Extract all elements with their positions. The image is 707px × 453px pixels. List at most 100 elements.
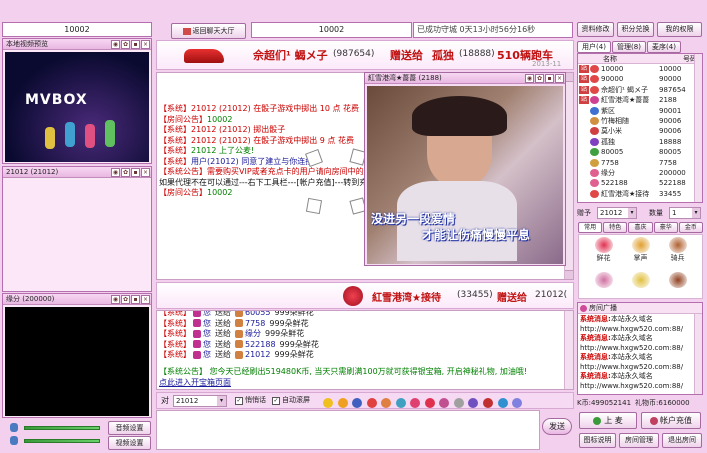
mic-volume-slider[interactable]	[24, 426, 100, 430]
user-avatar-icon	[590, 96, 599, 105]
gift-option[interactable]: 鲜花	[585, 237, 622, 272]
edit-profile-button[interactable]: 资料修改	[577, 22, 614, 37]
gift-tab[interactable]: 特色	[603, 222, 628, 233]
user-row[interactable]: 缘分 200000	[578, 168, 702, 178]
music-icon[interactable]	[468, 397, 479, 408]
bold-icon[interactable]	[381, 397, 392, 408]
user-row[interactable]: 7758 7758	[578, 158, 702, 168]
gift-option[interactable]: 骑兵	[659, 237, 696, 272]
close-icon[interactable]: ×	[141, 168, 150, 177]
open-treasure-link[interactable]: 点此进入开宝箱页面	[159, 378, 231, 389]
user-row[interactable]: 紅雪港湾★接待 33455	[578, 189, 702, 199]
exit-room-button[interactable]: 退出房间	[662, 433, 702, 448]
give-label: 赠予	[577, 209, 591, 217]
audio-settings-button[interactable]: 音频设置	[108, 421, 151, 435]
gift-tab[interactable]: 喜庆	[628, 222, 653, 233]
tab-admins[interactable]: 管理(8)	[612, 41, 646, 53]
user-row[interactable]: 孤独 18888	[578, 137, 702, 147]
settings-icon[interactable]: ✿	[535, 74, 544, 83]
camera-icon[interactable]: ◉	[111, 168, 120, 177]
private-label: 悄悄话	[245, 396, 266, 404]
settings-icon[interactable]: ✿	[121, 168, 130, 177]
user-badge-icon	[235, 340, 243, 348]
recharge-button[interactable]: 帐户充值	[641, 412, 701, 429]
gift-recipient-select[interactable]: 21012 ▾	[597, 207, 637, 219]
voice-icon[interactable]	[497, 397, 508, 408]
gift-quantity-select[interactable]: 1 ▾	[669, 207, 701, 219]
tab-users[interactable]: 用户(4)	[577, 41, 611, 53]
broadcast-icon	[580, 304, 587, 312]
user-list-scrollbar[interactable]	[694, 54, 702, 202]
pin-icon[interactable]: ▪	[131, 295, 140, 304]
user-row[interactable]: 522188 522188	[578, 178, 702, 188]
banner-from: 紅雪港湾★接待	[372, 293, 441, 304]
screenshot-icon[interactable]	[395, 397, 406, 408]
autoscroll-label: 自动滚屏	[282, 396, 310, 404]
gift-tab[interactable]: 金币	[678, 222, 704, 233]
gift-tab[interactable]: 豪华	[653, 222, 678, 233]
banner-to: 21012(	[535, 290, 568, 300]
pin-icon[interactable]: ▪	[131, 168, 140, 177]
banner-to: 孤独	[432, 49, 454, 62]
recipient-select[interactable]: 21012 ▾	[173, 395, 227, 407]
more-icon[interactable]	[512, 397, 523, 408]
tab-mic-queue[interactable]: 麦序(4)	[647, 41, 681, 53]
tab-back-to-lobby[interactable]: 返回聊天大厅	[171, 23, 246, 39]
broadcast-line: 系统消息:本站永久域名	[580, 372, 700, 382]
heart-icon[interactable]	[424, 397, 435, 408]
user-row[interactable]: 站 90000 90000	[578, 74, 702, 84]
close-icon[interactable]: ×	[141, 40, 150, 49]
user-name: 紫区	[601, 106, 615, 115]
gift-option[interactable]	[659, 271, 696, 297]
camera-icon[interactable]: ◉	[111, 295, 120, 304]
role-badge-icon	[579, 159, 589, 167]
user-row[interactable]: 站 10000 10000	[578, 64, 702, 74]
close-icon[interactable]: ×	[141, 295, 150, 304]
user-row[interactable]: 莫小米 90006	[578, 126, 702, 136]
pin-icon[interactable]: ▪	[545, 74, 554, 83]
camera-icon[interactable]: ◉	[525, 74, 534, 83]
gift-icon[interactable]	[439, 397, 450, 408]
autoscroll-checkbox[interactable]: ✓	[272, 397, 280, 405]
clear-icon[interactable]	[453, 397, 464, 408]
speaker-volume-slider[interactable]	[24, 439, 100, 443]
gift-icon	[594, 237, 613, 253]
send-button[interactable]: 发送	[542, 418, 572, 435]
room-manage-button[interactable]: 房间管理	[619, 433, 659, 448]
gift-option[interactable]: 掌声	[622, 237, 659, 272]
user-name: 佘超们¹ 蝎メ子	[601, 85, 649, 94]
record-icon[interactable]	[483, 397, 494, 408]
video-settings-button[interactable]: 视频设置	[108, 436, 151, 450]
user-list[interactable]: 名称 号码 站 10000 10000 站 90000 90000 站佘超们¹ 蝎メ子 987…	[577, 53, 703, 203]
points-exchange-button[interactable]: 积分兑换	[617, 22, 654, 37]
overlay-video-window[interactable]: 紅雪港湾★薔薔 (2188) ◉ ✿ ▪ × 没进另一段爱情 才能让伤痛慢慢平息	[364, 72, 566, 266]
icon-help-button[interactable]: 图标说明	[579, 433, 616, 448]
my-permissions-button[interactable]: 我的权限	[657, 22, 702, 37]
font-icon[interactable]	[352, 397, 363, 408]
broadcast-scrollbar[interactable]	[694, 314, 702, 394]
user-id: 10000	[659, 65, 682, 73]
user-row[interactable]: 站 紅雪港湾★薔薔 2188	[578, 95, 702, 105]
take-mic-button[interactable]: 上 麦	[579, 412, 637, 429]
private-checkbox[interactable]: ✓	[235, 397, 243, 405]
user-row[interactable]: 紫区 90001	[578, 106, 702, 116]
close-icon[interactable]: ×	[555, 74, 564, 83]
flower-icon[interactable]	[410, 397, 421, 408]
gift-recipient: 522188	[245, 339, 276, 349]
settings-icon[interactable]: ✿	[121, 295, 130, 304]
star-icon[interactable]	[337, 397, 348, 408]
camera-icon[interactable]: ◉	[111, 40, 120, 49]
pin-icon[interactable]: ▪	[131, 40, 140, 49]
user-row[interactable]: 站 佘超们¹ 蝎メ子 987654	[578, 85, 702, 95]
user-row[interactable]: 竹梅相随 90006	[578, 116, 702, 126]
settings-icon[interactable]: ✿	[121, 40, 130, 49]
gift-tab[interactable]: 常用	[578, 222, 603, 233]
message-input[interactable]	[156, 410, 540, 450]
gift-option[interactable]	[622, 271, 659, 297]
gift-option[interactable]	[585, 271, 622, 297]
chat-scrollbar[interactable]	[564, 311, 573, 389]
color-icon[interactable]	[366, 397, 377, 408]
emoji-icon[interactable]	[323, 397, 333, 408]
private-chat-area[interactable]: 【系统】您送给 60055 999朵鲜花 【系统】您送给 7758 999朵鲜花 【系统】您…	[156, 310, 574, 390]
user-row[interactable]: 80005 80005	[578, 147, 702, 157]
